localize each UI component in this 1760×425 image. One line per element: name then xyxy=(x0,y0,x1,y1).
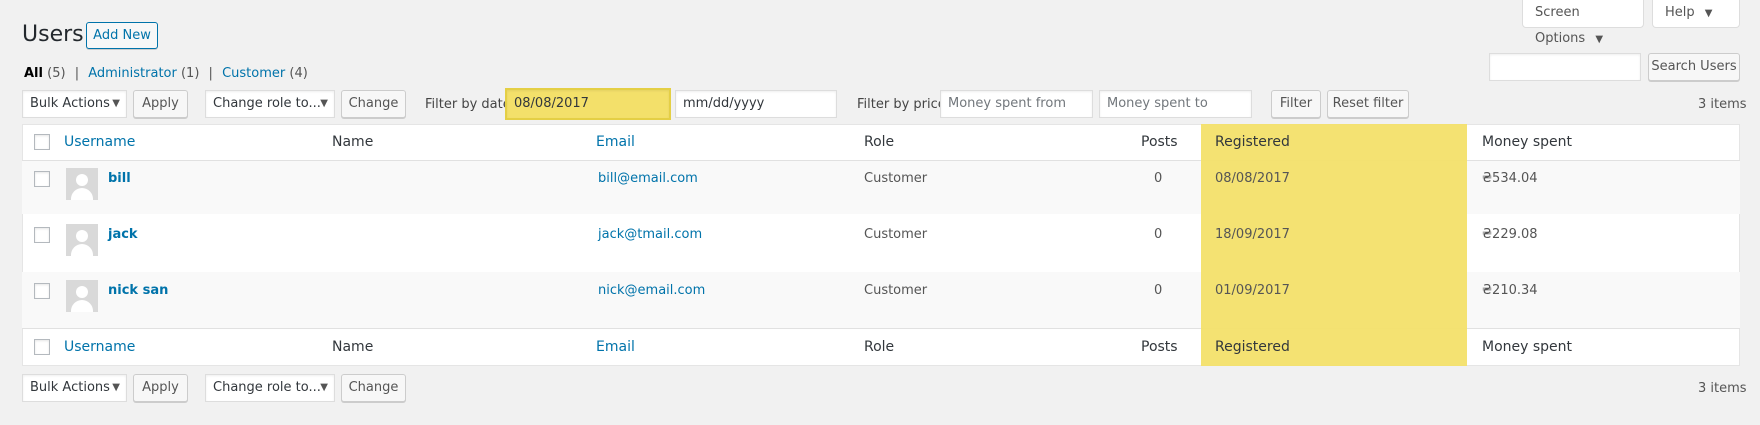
user-registered: 01/09/2017 xyxy=(1215,283,1290,298)
change-role-select[interactable]: Change role to... ▼ xyxy=(205,90,335,118)
view-administrator[interactable]: Administrator xyxy=(88,66,177,81)
select-all-checkbox-footer[interactable] xyxy=(34,339,50,355)
username-link[interactable]: bill xyxy=(108,171,131,186)
help-label: Help xyxy=(1665,5,1695,20)
view-customer-count: (4) xyxy=(289,66,308,81)
column-role-footer: Role xyxy=(864,339,895,355)
user-money-spent: ₴534.04 xyxy=(1482,171,1538,186)
user-money-spent: ₴210.34 xyxy=(1482,283,1538,298)
user-email[interactable]: jack@tmail.com xyxy=(598,227,702,242)
user-avatar-icon xyxy=(76,230,88,242)
view-all[interactable]: All xyxy=(24,66,43,81)
table-row-bg xyxy=(22,272,1740,328)
date-from-input[interactable]: 08/08/2017 xyxy=(505,88,671,120)
user-avatar-icon xyxy=(71,244,93,256)
column-posts: Posts xyxy=(1141,134,1178,150)
user-money-spent: ₴229.08 xyxy=(1482,227,1538,242)
column-money-spent[interactable]: Money spent xyxy=(1482,134,1572,150)
select-all-checkbox[interactable] xyxy=(34,134,50,150)
screen-options-tab[interactable]: Screen Options ▼ xyxy=(1522,0,1644,46)
row-checkbox[interactable] xyxy=(34,283,50,299)
user-posts[interactable]: 0 xyxy=(1154,227,1162,242)
column-email[interactable]: Email xyxy=(596,134,635,150)
caret-down-icon: ▼ xyxy=(112,382,120,393)
separator: | xyxy=(74,66,80,81)
column-name-footer: Name xyxy=(332,339,374,355)
view-all-count: (5) xyxy=(47,66,66,81)
help-tab[interactable]: Help ▼ xyxy=(1652,0,1740,28)
caret-down-icon: ▼ xyxy=(320,98,328,109)
caret-down-icon: ▼ xyxy=(1595,34,1604,45)
avatar xyxy=(66,168,98,200)
money-from-input[interactable]: Money spent from xyxy=(940,90,1093,118)
user-avatar-icon xyxy=(71,300,93,312)
apply-button[interactable]: Apply xyxy=(133,90,188,118)
reset-filter-button[interactable]: Reset filter xyxy=(1327,90,1409,118)
change-button-bottom[interactable]: Change xyxy=(341,374,406,402)
bulk-actions-value: Bulk Actions xyxy=(30,96,110,111)
screen-options-label: Screen Options xyxy=(1535,5,1586,46)
username-link[interactable]: nick san xyxy=(108,283,168,298)
apply-button-bottom[interactable]: Apply xyxy=(133,374,188,402)
search-input[interactable] xyxy=(1489,53,1641,81)
bulk-actions-select-bottom[interactable]: Bulk Actions ▼ xyxy=(22,374,127,402)
column-email-footer[interactable]: Email xyxy=(596,339,635,355)
user-role: Customer xyxy=(864,283,928,298)
user-role: Customer xyxy=(864,171,928,186)
user-role-views: All (5) | Administrator (1) | Customer (… xyxy=(24,66,308,81)
separator: | xyxy=(208,66,213,81)
username-link[interactable]: jack xyxy=(108,227,138,242)
row-checkbox[interactable] xyxy=(34,171,50,187)
user-email[interactable]: bill@email.com xyxy=(598,171,698,186)
change-role-value: Change role to... xyxy=(213,380,321,395)
filter-by-date-label: Filter by date xyxy=(425,97,511,112)
avatar xyxy=(66,224,98,256)
avatar xyxy=(66,280,98,312)
footer-divider xyxy=(22,328,1740,329)
column-username[interactable]: Username xyxy=(64,134,135,150)
header-divider xyxy=(22,160,1740,161)
user-posts[interactable]: 0 xyxy=(1154,283,1162,298)
column-posts-footer: Posts xyxy=(1141,339,1178,355)
user-posts[interactable]: 0 xyxy=(1154,171,1162,186)
change-role-value: Change role to... xyxy=(213,96,321,111)
table-row-bg xyxy=(22,160,1740,214)
user-avatar-icon xyxy=(76,286,88,298)
items-count: 3 items xyxy=(1698,97,1747,112)
column-username-footer[interactable]: Username xyxy=(64,339,135,355)
change-role-select-bottom[interactable]: Change role to... ▼ xyxy=(205,374,335,402)
bulk-actions-select[interactable]: Bulk Actions ▼ xyxy=(22,90,127,118)
user-email[interactable]: nick@email.com xyxy=(598,283,705,298)
user-registered: 08/08/2017 xyxy=(1215,171,1290,186)
caret-down-icon: ▼ xyxy=(112,98,120,109)
search-users-button[interactable]: Search Users xyxy=(1648,53,1740,81)
column-role: Role xyxy=(864,134,895,150)
date-to-input[interactable]: mm/dd/yyyy xyxy=(675,90,837,118)
user-avatar-icon xyxy=(76,174,88,186)
caret-down-icon: ▼ xyxy=(320,382,328,393)
filter-by-price-label: Filter by price xyxy=(857,97,946,112)
user-avatar-icon xyxy=(71,188,93,200)
money-to-input[interactable]: Money spent to xyxy=(1099,90,1252,118)
user-role: Customer xyxy=(864,227,928,242)
caret-down-icon: ▼ xyxy=(1704,8,1713,19)
view-customer[interactable]: Customer xyxy=(222,66,285,81)
items-count-bottom: 3 items xyxy=(1698,381,1747,396)
page-title: Users xyxy=(22,22,84,47)
bulk-actions-value: Bulk Actions xyxy=(30,380,110,395)
column-name: Name xyxy=(332,134,374,150)
filter-button[interactable]: Filter xyxy=(1271,90,1321,118)
change-button[interactable]: Change xyxy=(341,90,406,118)
column-registered-footer[interactable]: Registered xyxy=(1215,339,1290,355)
registered-column-highlight xyxy=(1201,124,1467,366)
user-registered: 18/09/2017 xyxy=(1215,227,1290,242)
row-checkbox[interactable] xyxy=(34,227,50,243)
column-money-spent-footer[interactable]: Money spent xyxy=(1482,339,1572,355)
add-new-button[interactable]: Add New xyxy=(86,22,158,49)
view-administrator-count: (1) xyxy=(180,66,200,81)
column-registered[interactable]: Registered xyxy=(1215,134,1290,150)
